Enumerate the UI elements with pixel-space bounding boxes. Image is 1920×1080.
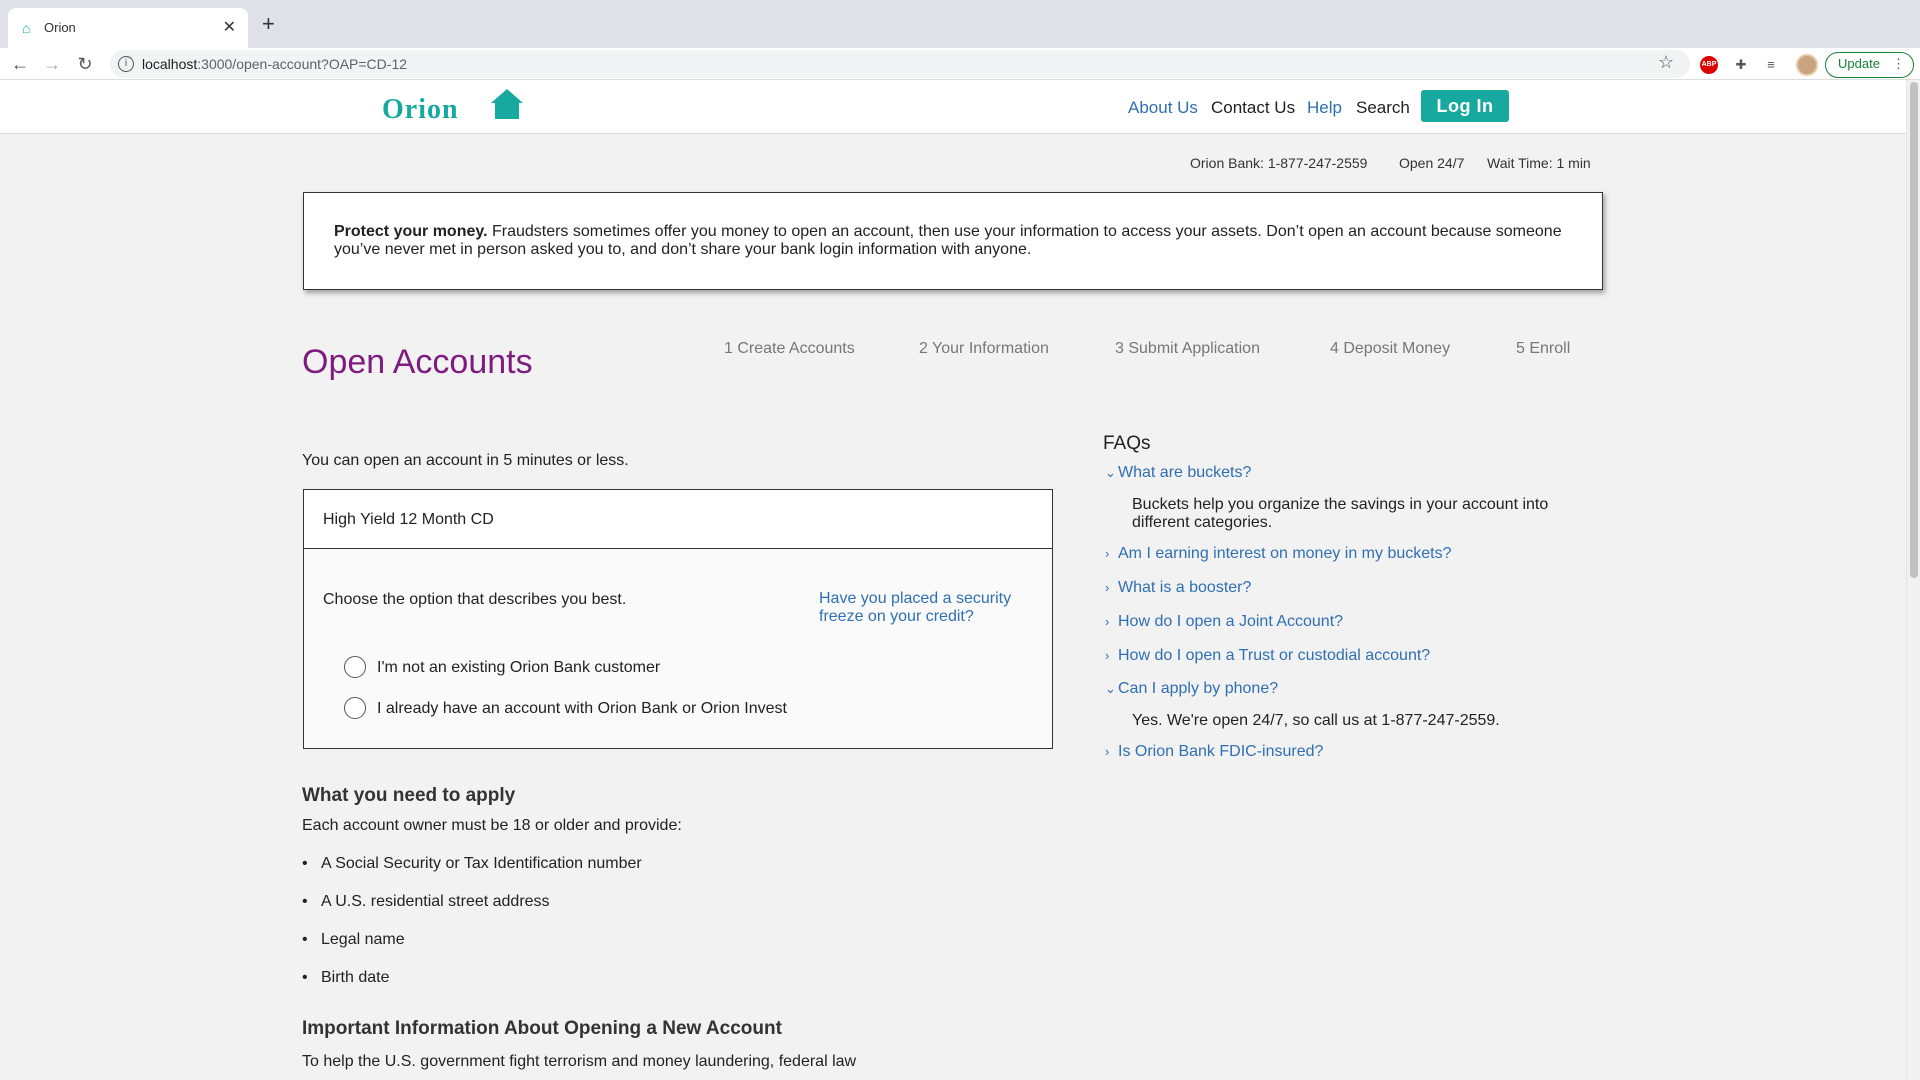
- site-header: Orion About Us Contact Us Help Search Lo…: [0, 80, 1906, 134]
- nav-help[interactable]: Help: [1307, 98, 1342, 118]
- url-text: localhost:3000/open-account?OAP=CD-12: [142, 56, 407, 72]
- house-favicon-icon: ⌂: [22, 20, 31, 36]
- house-logo-icon: [491, 89, 523, 119]
- requirement-text: Legal name: [321, 931, 405, 948]
- faq-question-interest[interactable]: › Am I earning interest on money in my bu…: [1105, 544, 1452, 564]
- requirement-text: Birth date: [321, 969, 390, 986]
- faq-answer-buckets: Buckets help you organize the savings in…: [1132, 496, 1549, 531]
- important-info-title: Important Information About Opening a Ne…: [302, 1018, 782, 1039]
- chevron-down-icon: ⌄: [1105, 681, 1116, 696]
- browser-tab-bar: ⌂ Orion ✕ +: [0, 0, 1920, 48]
- page-title: Open Accounts: [302, 343, 533, 381]
- intro-text: You can open an account in 5 minutes or …: [302, 452, 629, 469]
- tab-title: Orion: [44, 20, 76, 35]
- chevron-right-icon: ›: [1105, 614, 1110, 629]
- open-hours: Open 24/7: [1399, 155, 1465, 171]
- bookmark-star-icon[interactable]: ☆: [1658, 52, 1674, 73]
- requirement-text: A Social Security or Tax Identification …: [321, 855, 642, 872]
- faq-title: FAQs: [1103, 433, 1151, 454]
- customer-type-panel: Choose the option that describes you bes…: [303, 548, 1053, 749]
- profile-avatar[interactable]: [1796, 54, 1818, 76]
- bullet-icon: •: [302, 893, 308, 910]
- choose-prompt: Choose the option that describes you bes…: [323, 591, 627, 608]
- requirement-text: A U.S. residential street address: [321, 893, 550, 910]
- bullet-icon: •: [302, 969, 308, 986]
- faq-question-text[interactable]: How do I open a Trust or custodial accou…: [1118, 647, 1430, 664]
- faq-question-text[interactable]: What is a booster?: [1118, 579, 1251, 596]
- option-new-customer-label[interactable]: I'm not an existing Orion Bank customer: [377, 657, 660, 679]
- step-submit-application: 3 Submit Application: [1115, 340, 1260, 357]
- chevron-right-icon: ›: [1105, 648, 1110, 663]
- reload-icon[interactable]: ↻: [73, 52, 97, 76]
- address-bar[interactable]: i localhost:3000/open-account?OAP=CD-12: [110, 50, 1690, 78]
- radio-new-customer[interactable]: [344, 656, 366, 678]
- login-button[interactable]: Log In: [1421, 90, 1509, 122]
- url-path: :3000/open-account?OAP=CD-12: [197, 56, 408, 72]
- notice-bold: Protect your money.: [334, 223, 488, 240]
- option-existing-customer-label[interactable]: I already have an account with Orion Ban…: [377, 698, 787, 720]
- page-scrollbar[interactable]: [1906, 80, 1920, 1080]
- faq-question-text[interactable]: Am I earning interest on money in my buc…: [1118, 545, 1452, 562]
- faq-question-text[interactable]: What are buckets?: [1118, 464, 1251, 481]
- radio-existing-customer[interactable]: [344, 697, 366, 719]
- step-create-accounts: 1 Create Accounts: [724, 340, 855, 357]
- security-freeze-link[interactable]: Have you placed a security freeze on you…: [819, 590, 1029, 626]
- adblock-extension-icon[interactable]: ABP: [1700, 56, 1718, 74]
- nav-contact-us[interactable]: Contact Us: [1211, 98, 1295, 118]
- back-arrow-icon[interactable]: ←: [8, 52, 32, 76]
- forward-arrow-icon[interactable]: →: [40, 52, 64, 76]
- nav-search[interactable]: Search: [1356, 98, 1410, 118]
- faq-question-text[interactable]: How do I open a Joint Account?: [1118, 613, 1343, 630]
- info-icon[interactable]: i: [118, 56, 134, 72]
- faq-question-joint-account[interactable]: › How do I open a Joint Account?: [1105, 612, 1343, 632]
- chevron-right-icon: ›: [1105, 580, 1110, 595]
- requirements-title: What you need to apply: [302, 785, 516, 806]
- fraud-notice: Protect your money. Fraudsters sometimes…: [303, 192, 1603, 290]
- new-tab-icon[interactable]: +: [262, 12, 275, 36]
- faq-question-apply-phone[interactable]: ⌄ Can I apply by phone?: [1105, 679, 1278, 699]
- more-vert-icon[interactable]: ⋮: [1892, 53, 1905, 75]
- faq-question-buckets[interactable]: ⌄ What are buckets?: [1105, 463, 1251, 483]
- update-button[interactable]: Update ⋮: [1825, 52, 1914, 78]
- bullet-icon: •: [302, 931, 308, 948]
- faq-question-trust-account[interactable]: › How do I open a Trust or custodial acco…: [1105, 646, 1430, 666]
- wait-time: Wait Time: 1 min: [1487, 155, 1591, 171]
- faq-answer-apply-phone: Yes. We're open 24/7, so call us at 1-87…: [1132, 712, 1500, 729]
- scrollbar-thumb[interactable]: [1910, 82, 1918, 578]
- step-enroll: 5 Enroll: [1516, 340, 1571, 357]
- faq-question-fdic[interactable]: › Is Orion Bank FDIC-insured?: [1105, 742, 1323, 762]
- nav-about-us[interactable]: About Us: [1128, 98, 1198, 118]
- browser-toolbar: ← → ↻ i localhost:3000/open-account?OAP=…: [0, 48, 1920, 80]
- notice-text: Fraudsters sometimes offer you money to …: [334, 223, 1562, 258]
- step-deposit-money: 4 Deposit Money: [1330, 340, 1451, 357]
- extensions-puzzle-icon[interactable]: ✚: [1732, 56, 1750, 74]
- bullet-icon: •: [302, 855, 308, 872]
- url-host: localhost: [142, 56, 198, 72]
- chevron-down-icon: ⌄: [1105, 465, 1116, 480]
- chevron-right-icon: ›: [1105, 744, 1110, 759]
- product-name: High Yield 12 Month CD: [303, 489, 1053, 549]
- faq-question-text[interactable]: Can I apply by phone?: [1118, 680, 1278, 697]
- logo-text: Orion: [382, 94, 459, 125]
- faq-question-booster[interactable]: › What is a booster?: [1105, 578, 1251, 598]
- bank-phone: Orion Bank: 1-877-247-2559: [1190, 155, 1368, 171]
- important-info-text: To help the U.S. government fight terror…: [302, 1053, 857, 1070]
- chevron-right-icon: ›: [1105, 546, 1110, 561]
- step-your-information: 2 Your Information: [919, 340, 1049, 357]
- close-tab-icon[interactable]: ✕: [223, 18, 236, 38]
- requirements-subtitle: Each account owner must be 18 or older a…: [302, 817, 682, 834]
- update-label: Update: [1838, 56, 1880, 71]
- browser-tab[interactable]: ⌂ Orion ✕: [8, 8, 248, 48]
- media-control-icon[interactable]: ≡: [1762, 56, 1780, 74]
- faq-question-text[interactable]: Is Orion Bank FDIC-insured?: [1118, 743, 1323, 760]
